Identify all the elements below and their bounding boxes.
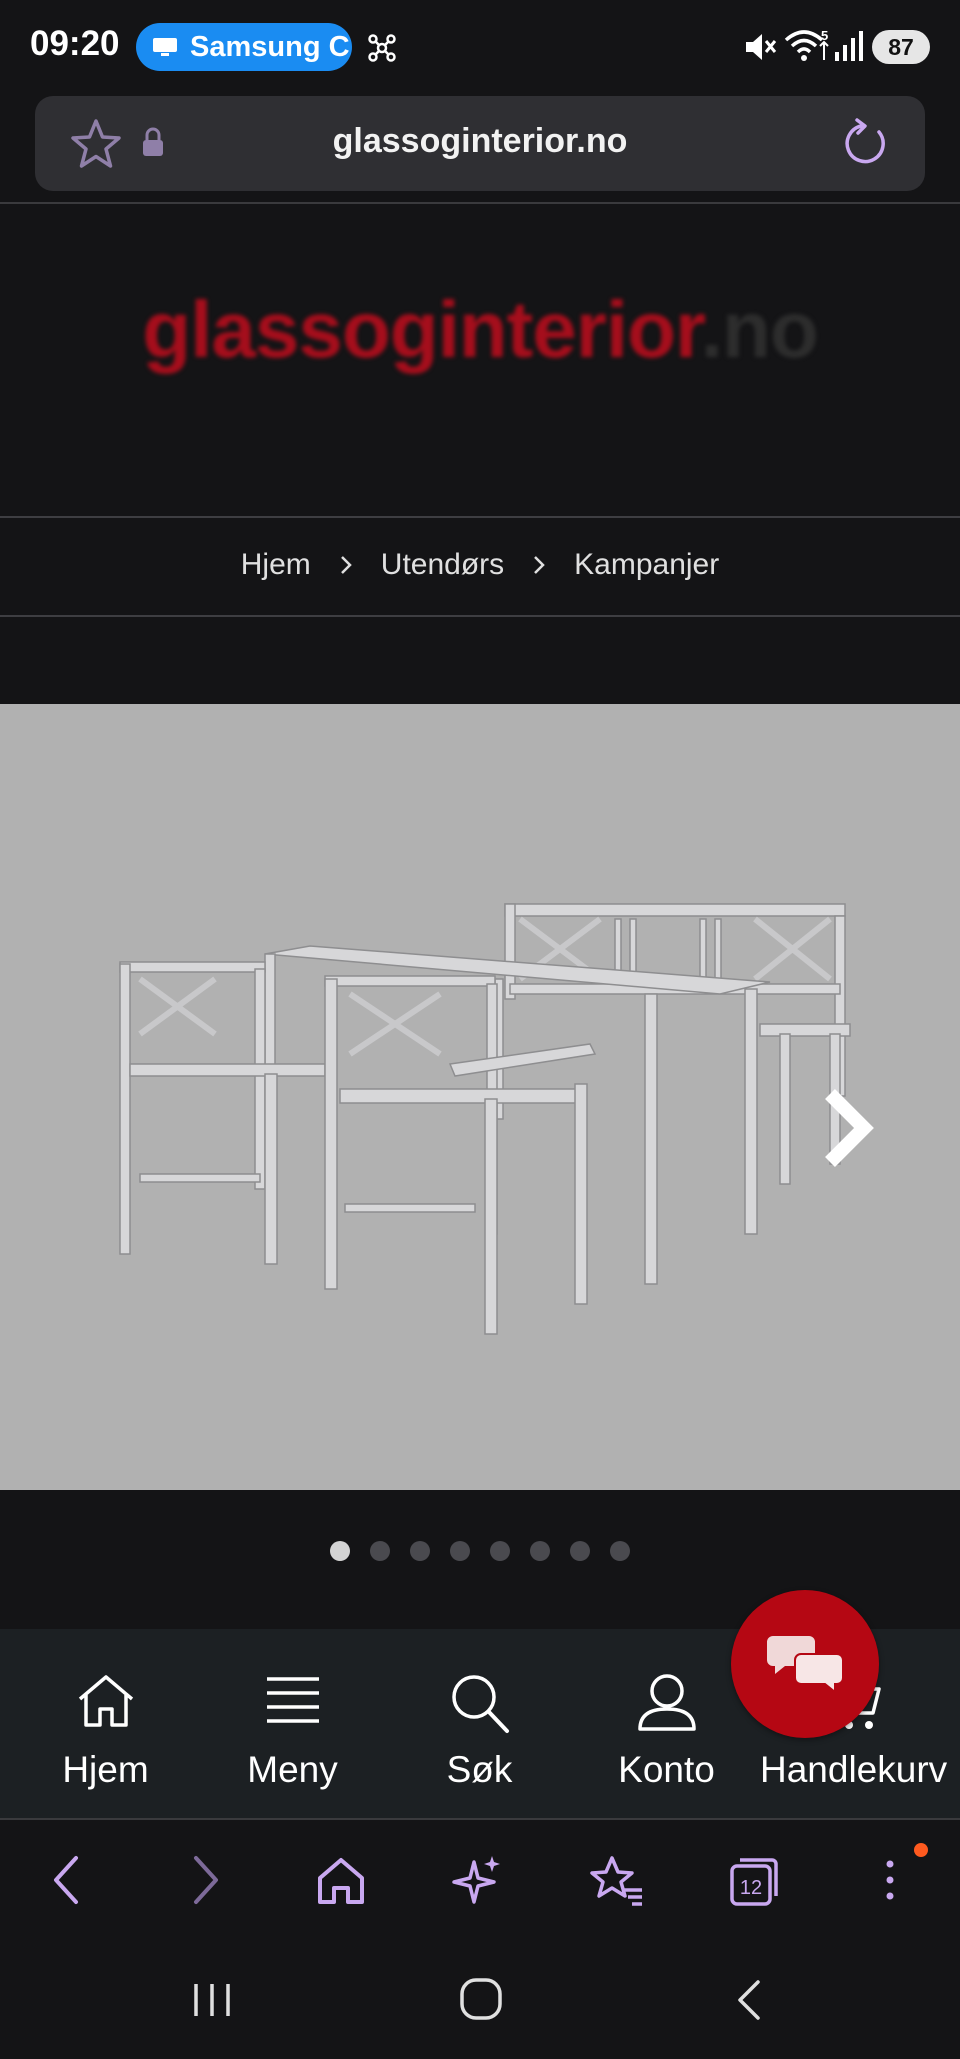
signal-icon: [835, 31, 863, 61]
browser-toolbar: 12: [0, 1820, 960, 1940]
breadcrumb: Hjem Utendørs Kampanjer: [0, 548, 960, 582]
url-bar[interactable]: glassoginterior.no: [35, 96, 925, 191]
nav-label: Søk: [446, 1749, 513, 1790]
carousel-dot[interactable]: [410, 1541, 430, 1561]
notification-pill[interactable]: Samsung C: [136, 23, 352, 71]
account-icon: [637, 1674, 696, 1731]
carousel-dot[interactable]: [450, 1541, 470, 1561]
logo-main: glassoginterior: [142, 285, 701, 374]
notification-dot: [914, 1843, 928, 1857]
hub-icon: [368, 34, 396, 62]
tabs-icon[interactable]: 12: [728, 1850, 782, 1910]
search-icon: [451, 1675, 509, 1733]
chevron-right-icon: [340, 556, 352, 574]
home-icon[interactable]: [316, 1850, 366, 1910]
nav-item-sok[interactable]: Søk: [386, 1629, 573, 1819]
nav-item-meny[interactable]: Meny: [199, 1629, 386, 1819]
home-icon: [78, 1675, 133, 1727]
product-image[interactable]: [0, 704, 960, 1490]
breadcrumb-item-kampanjer[interactable]: Kampanjer: [574, 548, 719, 582]
breadcrumb-item-hjem[interactable]: Hjem: [241, 548, 311, 582]
divider: [0, 202, 960, 204]
svg-text:5: 5: [821, 28, 828, 43]
menu-icon: [266, 1677, 319, 1723]
logo-suffix: .no: [700, 285, 819, 374]
chevron-right-icon: [534, 556, 545, 574]
carousel-dot[interactable]: [530, 1541, 550, 1561]
nav-label: Handlekurv: [760, 1749, 947, 1790]
wifi-icon: 5: [784, 28, 829, 61]
nav-label: Meny: [247, 1749, 338, 1790]
nav-label: Hjem: [62, 1749, 149, 1790]
status-time: 09:20: [30, 24, 120, 63]
back-icon[interactable]: [48, 1850, 84, 1910]
back-button-icon[interactable]: [732, 1978, 766, 2022]
garden-furniture-illustration: [119, 903, 851, 1335]
mute-icon: [746, 34, 777, 60]
carousel-dot[interactable]: [610, 1541, 630, 1561]
home-button-icon[interactable]: [458, 1976, 504, 2022]
url-text[interactable]: glassoginterior.no: [35, 122, 925, 161]
breadcrumb-item-utendors[interactable]: Utendørs: [381, 548, 504, 582]
reload-icon[interactable]: [841, 118, 891, 170]
carousel-dots: [0, 1541, 960, 1561]
nav-item-hjem[interactable]: Hjem: [12, 1629, 199, 1819]
recents-icon[interactable]: [190, 1980, 234, 2020]
chat-icon: [767, 1636, 844, 1695]
notification-pill-label: Samsung C: [190, 30, 350, 63]
next-slide-arrow[interactable]: [820, 1086, 876, 1170]
carousel-dot[interactable]: [490, 1541, 510, 1561]
carousel-dot[interactable]: [570, 1541, 590, 1561]
system-nav: [0, 1940, 960, 2059]
chat-button[interactable]: [731, 1590, 879, 1738]
battery-indicator: 87: [872, 30, 930, 64]
carousel-dot[interactable]: [330, 1541, 350, 1561]
forward-icon[interactable]: [188, 1850, 224, 1910]
svg-text:12: 12: [740, 1877, 762, 1899]
divider: [0, 615, 960, 617]
carousel-dot[interactable]: [370, 1541, 390, 1561]
more-options-icon[interactable]: [878, 1850, 902, 1910]
screen-share-icon: [153, 38, 177, 56]
nav-label: Konto: [618, 1749, 715, 1790]
divider: [0, 516, 960, 518]
site-logo[interactable]: glassoginterior.no: [0, 284, 960, 376]
ai-sparkle-icon[interactable]: [452, 1850, 502, 1910]
bookmarks-icon[interactable]: [588, 1850, 644, 1910]
